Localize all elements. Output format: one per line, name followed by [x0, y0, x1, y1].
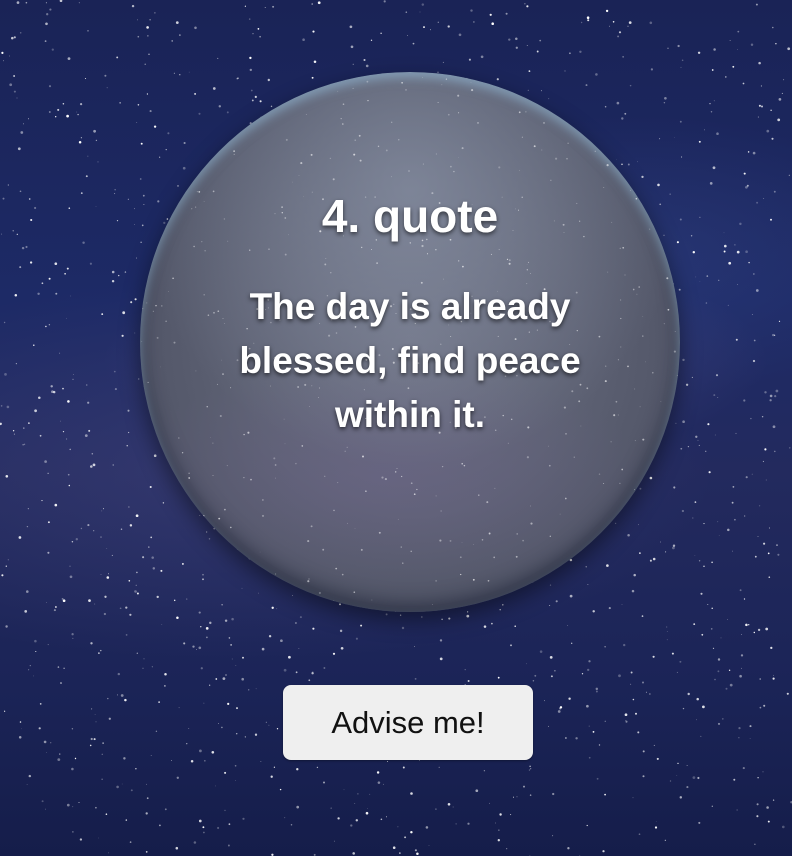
quote-orb: 4. quote The day is already blessed, fin… — [140, 72, 680, 612]
quote-title: 4. quote — [321, 190, 499, 242]
quote-text: The day is already blessed, find peace w… — [239, 286, 581, 435]
advise-me-button[interactable]: Advise me! — [283, 685, 533, 760]
